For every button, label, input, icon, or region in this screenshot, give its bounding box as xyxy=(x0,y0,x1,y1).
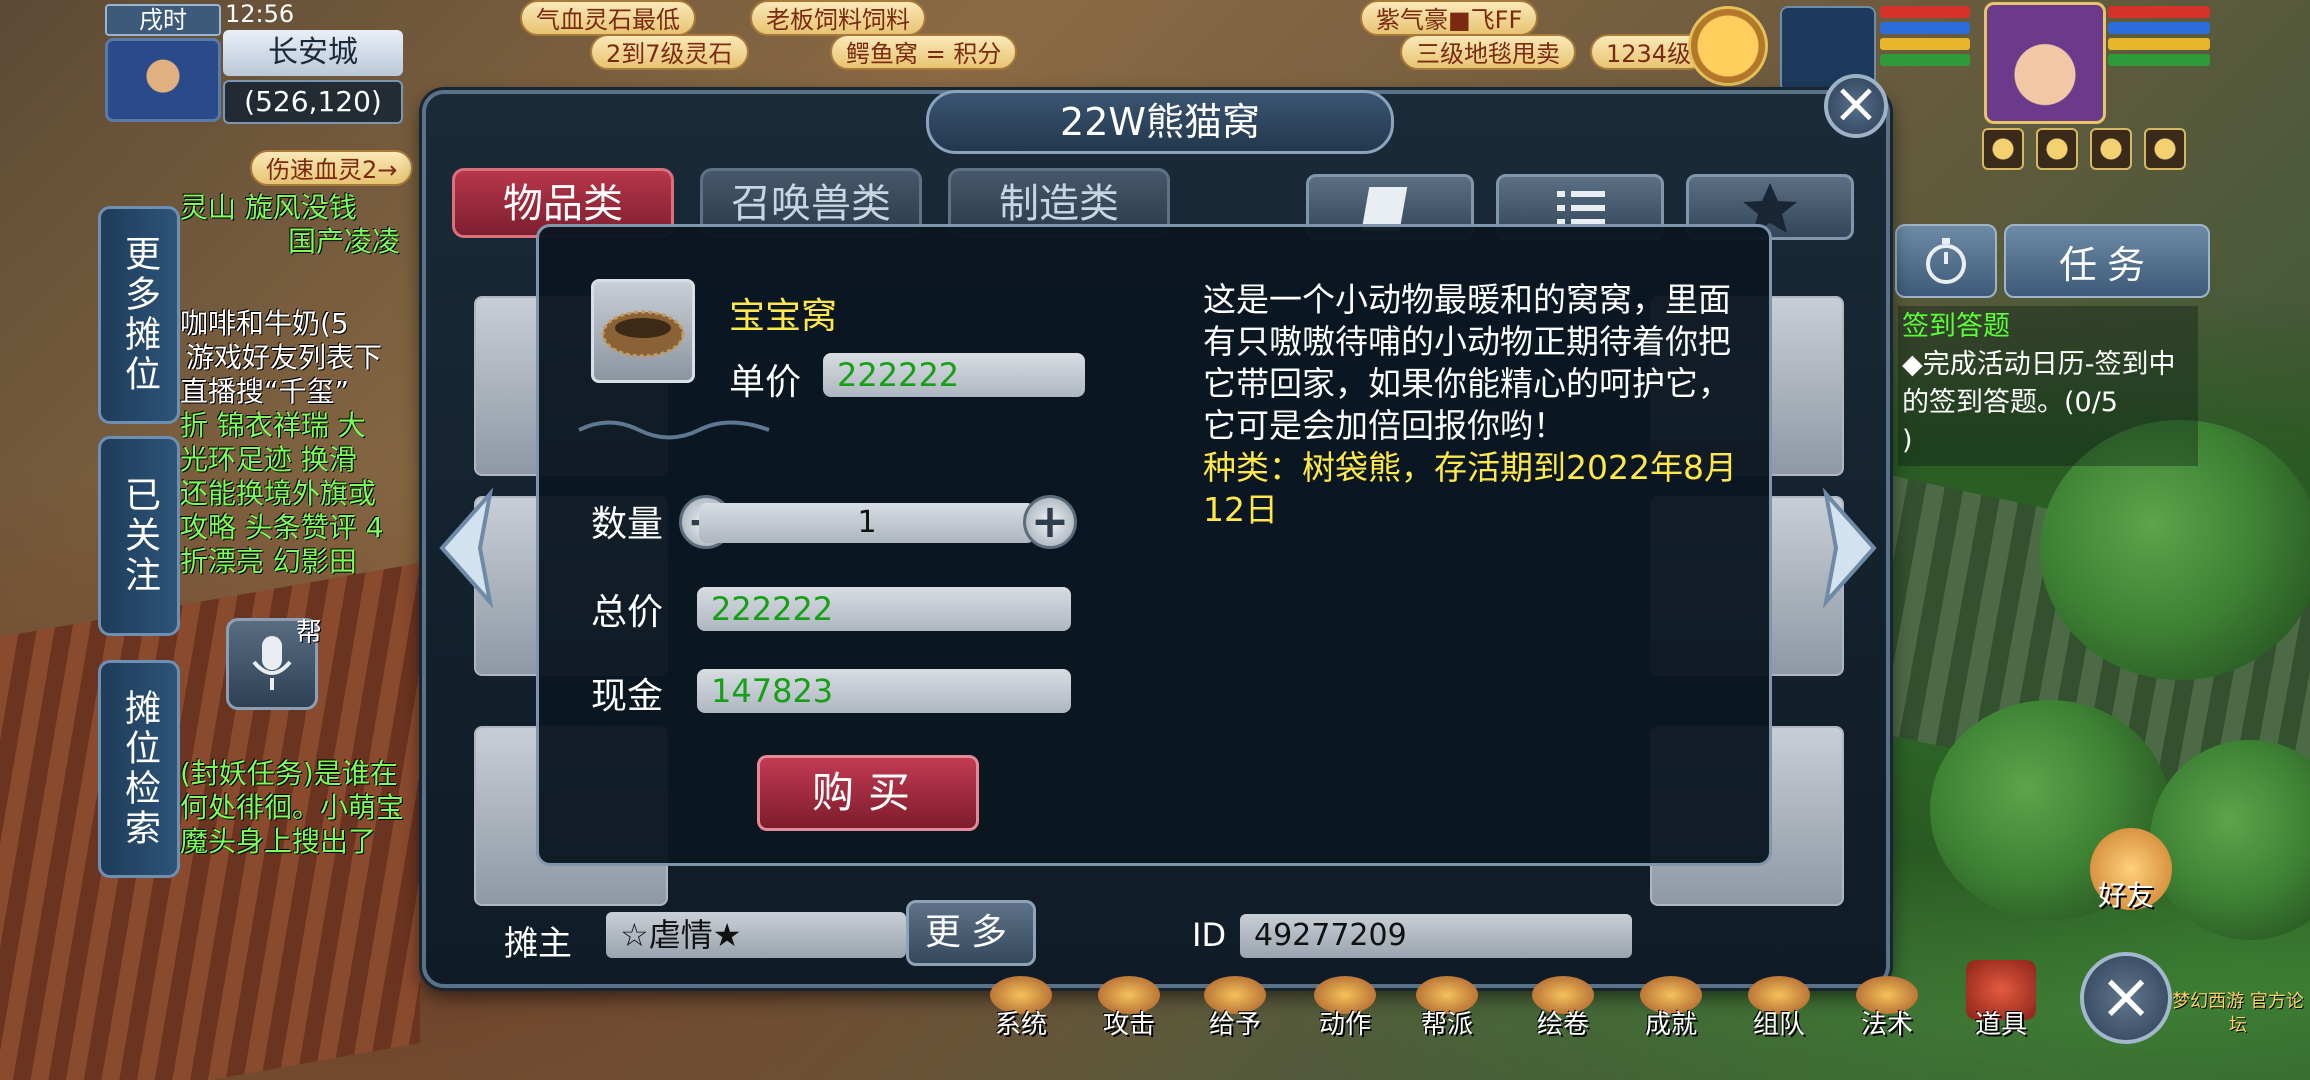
unit-price-value: 222222 xyxy=(823,353,1085,397)
player-mp-bar xyxy=(2108,22,2210,34)
stopwatch-icon xyxy=(1926,238,1966,284)
task-description: ◆完成活动日历-签到中的签到答题。(0/5 ) xyxy=(1902,346,2194,460)
pet-exp-bar xyxy=(1880,38,1970,50)
item-detail-popup: 宝宝窝 单价 222222 数量 − 1 + 总价 222222 现金 1478… xyxy=(536,224,1772,866)
dialog-title: 22W熊猫窝 xyxy=(926,90,1394,154)
pet-extra-bar xyxy=(1880,54,1970,66)
stall-bubble[interactable]: 紫气豪■飞FF xyxy=(1360,0,1539,36)
stall-bubble[interactable]: 鳄鱼窝 = 积分 xyxy=(830,34,1018,70)
buff-icon[interactable] xyxy=(2144,128,2186,170)
chevron-right-icon xyxy=(1822,487,1877,609)
player-hp-bar xyxy=(2108,6,2210,18)
location-panel: 戌时 12:56 长安城 (526,120) xyxy=(105,0,405,128)
next-page-arrow[interactable] xyxy=(1808,487,1886,609)
stall-bubble[interactable]: 伤速血灵2→ xyxy=(250,150,414,186)
buff-icon[interactable] xyxy=(1982,128,2024,170)
player-anger-bar xyxy=(2108,38,2210,50)
pet-mp-bar xyxy=(1880,22,1970,34)
player-exp-bar xyxy=(2108,54,2210,66)
total-price-label: 总价 xyxy=(591,592,664,633)
stall-bubble[interactable]: 三级地毯甩卖 xyxy=(1400,34,1576,70)
task-tail: ) xyxy=(1902,425,1913,456)
task-progress: (0/5 xyxy=(2064,387,2118,418)
map-coordinates: (526,120) xyxy=(223,80,403,124)
nest-icon xyxy=(601,310,685,358)
menu-scroll[interactable]: 绘卷 xyxy=(1532,1004,1594,1050)
task-tracker[interactable]: 签到答题 ◆完成活动日历-签到中的签到答题。(0/5 ) xyxy=(1898,306,2198,466)
task-button[interactable]: 任务 xyxy=(2004,224,2210,298)
game-logo: 梦幻西游 官方论坛 xyxy=(2172,991,2304,1036)
more-stalls-tab[interactable]: 更多摊位 xyxy=(98,206,180,424)
microphone-icon xyxy=(252,636,292,690)
menu-action[interactable]: 动作 xyxy=(1314,1004,1376,1050)
friend-label[interactable]: 好友 xyxy=(2098,874,2154,914)
chevron-left-icon xyxy=(439,487,494,609)
menu-achievement[interactable]: 成就 xyxy=(1640,1004,1702,1050)
quantity-input[interactable]: 1 xyxy=(699,503,1035,543)
buy-button[interactable]: 购买 xyxy=(757,755,979,831)
cash-value: 147823 xyxy=(697,669,1071,713)
collapse-menu-button[interactable]: × xyxy=(2080,952,2172,1044)
cash-label: 现金 xyxy=(591,676,664,717)
item-description: 这是一个小动物最暖和的窝窝，里面有只嗷嗷待哺的小动物正期待着你把它带回家，如果你… xyxy=(1203,279,1763,531)
increase-quantity-button[interactable]: + xyxy=(1023,495,1077,549)
menu-guild[interactable]: 帮派 xyxy=(1416,1004,1478,1050)
stall-search-tab[interactable]: 摊位检索 xyxy=(98,660,180,878)
city-name[interactable]: 长安城 xyxy=(223,30,403,76)
task-detail: ◆完成活动日历-签到中的签到答题。 xyxy=(1902,349,2176,418)
followed-tab[interactable]: 已关注 xyxy=(98,436,180,636)
stall-bubble[interactable]: 2到7级灵石 xyxy=(590,34,749,70)
stall-bubble[interactable]: 气血灵石最低 xyxy=(520,0,696,36)
pet-hp-bar xyxy=(1880,6,1970,18)
pet-avatar[interactable] xyxy=(1688,6,1768,86)
description-text: 这是一个小动物最暖和的窝窝，里面有只嗷嗷待哺的小动物正期待着你把它带回家，如果你… xyxy=(1203,280,1731,445)
id-label: ID xyxy=(1192,916,1227,954)
owner-id: 49277209 xyxy=(1240,914,1632,958)
total-price-value: 222222 xyxy=(697,587,1071,631)
voice-channel-label: 帮 xyxy=(296,618,323,648)
owner-name: ☆虐情★ xyxy=(606,912,906,958)
chat-line: 魔头身上搜出了 xyxy=(180,825,377,858)
clock: 12:56 xyxy=(225,0,295,28)
chat-line: 国产凌凌 xyxy=(288,225,401,258)
menu-items[interactable]: 道具 xyxy=(1968,1004,2034,1050)
stall-bubble[interactable]: 老板饲料饲料 xyxy=(750,0,926,36)
game-time-period: 戌时 xyxy=(105,4,221,36)
menu-system[interactable]: 系统 xyxy=(990,1004,1052,1050)
buff-icon[interactable] xyxy=(2090,128,2132,170)
chat-line: 折漂亮 幻影田 xyxy=(180,545,357,578)
menu-team[interactable]: 组队 xyxy=(1748,1004,1810,1050)
divider-ornament xyxy=(578,420,770,440)
more-button[interactable]: 更多 xyxy=(906,900,1036,966)
prev-page-arrow[interactable] xyxy=(430,487,508,609)
task-title: 签到答题 xyxy=(1902,311,2010,342)
timer-button[interactable] xyxy=(1895,224,1997,298)
item-icon xyxy=(591,279,695,383)
minimap-avatar[interactable] xyxy=(105,38,221,122)
player-portrait[interactable] xyxy=(1984,2,2106,124)
menu-attack[interactable]: 攻击 xyxy=(1098,1004,1160,1050)
item-name: 宝宝窝 xyxy=(729,296,838,337)
quantity-label: 数量 xyxy=(591,504,664,545)
unit-price-label: 单价 xyxy=(729,362,802,403)
owner-label: 摊主 xyxy=(504,924,572,964)
close-button[interactable]: × xyxy=(1824,74,1888,138)
buff-icon[interactable] xyxy=(2036,128,2078,170)
item-meta: 种类：树袋熊，存活期到2022年8月12日 xyxy=(1203,448,1737,529)
menu-spell[interactable]: 法术 xyxy=(1856,1004,1918,1050)
menu-give[interactable]: 给予 xyxy=(1204,1004,1266,1050)
